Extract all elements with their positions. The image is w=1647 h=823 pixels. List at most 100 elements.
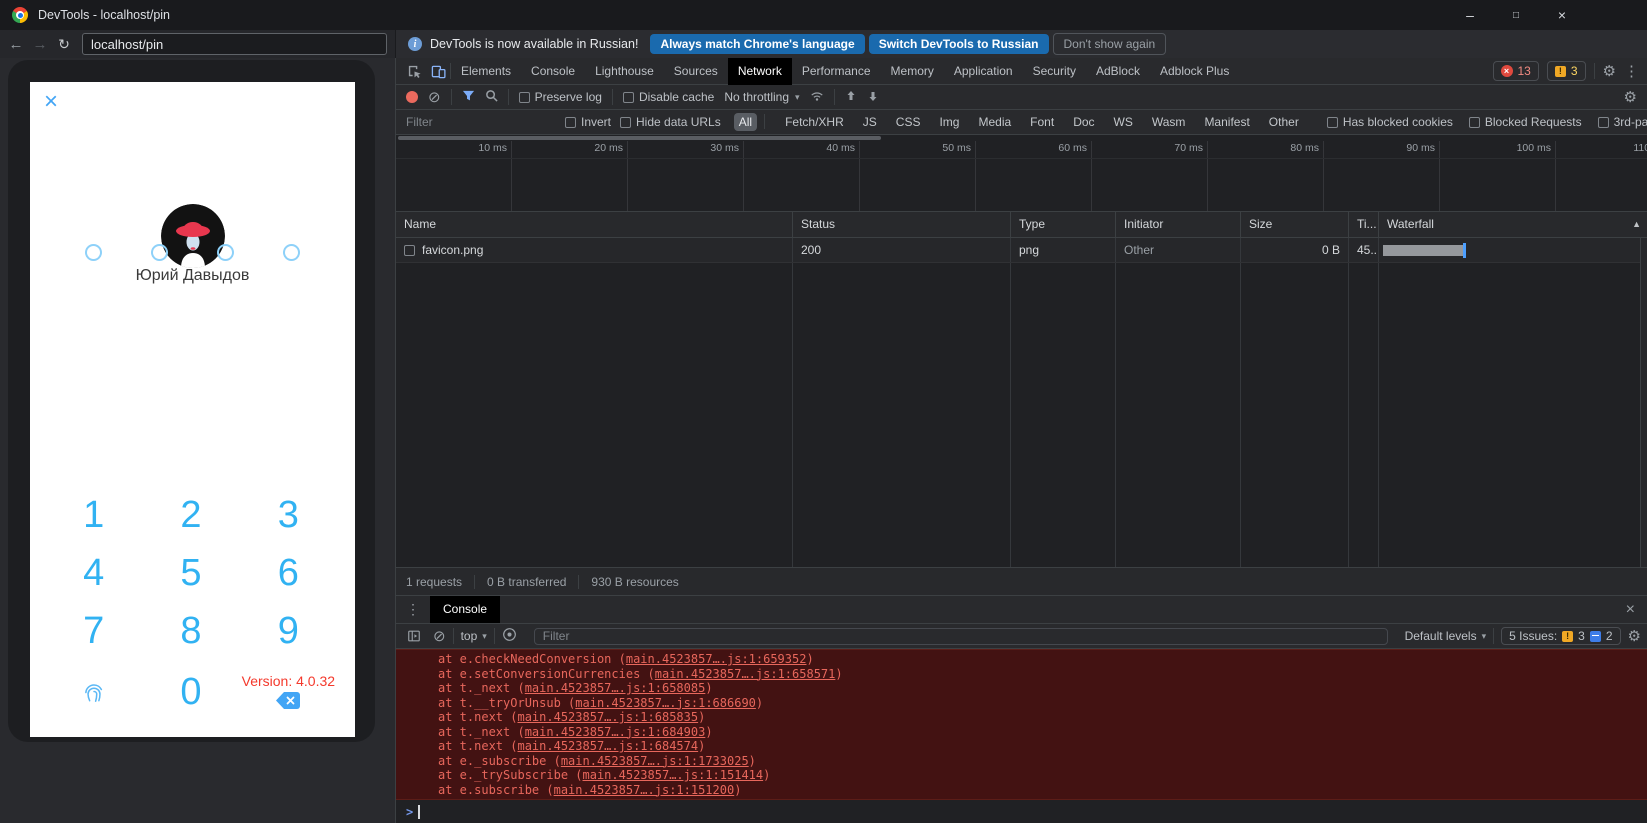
devtools-tab[interactable]: Memory — [881, 58, 944, 85]
devtools-tab[interactable]: Console — [521, 58, 585, 85]
source-link[interactable]: main.4523857….js:1:658571 — [655, 667, 836, 681]
settings-gear-icon[interactable]: ⚙ — [1603, 64, 1616, 79]
console-filter-input[interactable] — [543, 629, 1379, 643]
search-icon[interactable] — [485, 89, 498, 105]
resource-type-filter[interactable]: Font — [1025, 113, 1059, 131]
resource-type-filter[interactable]: CSS — [891, 113, 926, 131]
infobar-button[interactable]: Always match Chrome's language — [650, 34, 864, 54]
column-header-status[interactable]: Status — [793, 212, 1011, 237]
column-header-name[interactable]: Name — [396, 212, 793, 237]
devtools-tab[interactable]: Network — [728, 58, 792, 85]
infobar-button[interactable]: Don't show again — [1053, 33, 1167, 55]
device-toolbar-icon[interactable] — [426, 58, 450, 84]
keypad-zero[interactable]: 0 — [180, 671, 201, 714]
console-clear-icon[interactable]: ⊘ — [433, 629, 446, 644]
close-button[interactable]: × — [1547, 0, 1577, 30]
devtools-tab[interactable]: Sources — [664, 58, 728, 85]
backspace-button[interactable] — [276, 692, 300, 712]
console-prompt[interactable]: > — [396, 805, 1647, 819]
infobar-button[interactable]: Switch DevTools to Russian — [869, 34, 1049, 54]
filter-checkbox[interactable]: 3rd-party requests — [1598, 115, 1647, 129]
devtools-tab[interactable]: Performance — [792, 58, 881, 85]
log-levels-dropdown[interactable]: Default levels ▾ — [1405, 629, 1487, 643]
keypad-digit[interactable]: 3 — [240, 486, 337, 544]
keypad-digit[interactable]: 7 — [45, 602, 142, 660]
fingerprint-button[interactable] — [45, 660, 142, 724]
column-header-type[interactable]: Type — [1011, 212, 1116, 237]
preserve-log-checkbox[interactable]: Preserve log — [519, 90, 602, 104]
resource-type-filter[interactable]: Doc — [1068, 113, 1099, 131]
resource-type-filter[interactable]: Manifest — [1199, 113, 1254, 131]
back-button[interactable]: ← — [4, 36, 28, 53]
source-link[interactable]: main.4523857….js:1:658085 — [525, 681, 706, 695]
row-checkbox[interactable] — [404, 245, 415, 256]
devtools-tab[interactable]: Elements — [451, 58, 521, 85]
errors-badge[interactable]: × 13 — [1493, 61, 1539, 81]
keypad-digit[interactable]: 6 — [240, 544, 337, 602]
filter-funnel-icon[interactable] — [462, 89, 475, 105]
hide-data-urls-checkbox[interactable]: Hide data URLs — [620, 115, 721, 129]
source-link[interactable]: main.4523857….js:1:151414 — [583, 768, 764, 782]
filter-checkbox[interactable]: Blocked Requests — [1469, 115, 1582, 129]
source-link[interactable]: main.4523857….js:1:151200 — [554, 783, 735, 797]
column-header-initiator[interactable]: Initiator — [1116, 212, 1241, 237]
url-input[interactable] — [83, 37, 386, 52]
network-overview-timeline[interactable]: 10 ms20 ms30 ms40 ms50 ms60 ms70 ms80 ms… — [396, 135, 1647, 212]
resource-type-filter[interactable]: WS — [1109, 113, 1138, 131]
devtools-tab[interactable]: Adblock Plus — [1150, 58, 1239, 85]
resource-type-filter[interactable]: Fetch/XHR — [780, 113, 849, 131]
network-conditions-icon[interactable] — [810, 89, 824, 106]
record-button[interactable] — [406, 91, 418, 103]
keypad-digit[interactable]: 1 — [45, 486, 142, 544]
drawer-more-icon[interactable]: ⋮ — [396, 601, 430, 618]
request-row[interactable]: favicon.png 200 png Other 0 B 45... — [396, 238, 1647, 263]
column-header-time[interactable]: Ti... — [1349, 212, 1379, 237]
keypad-digit[interactable]: 8 — [142, 602, 239, 660]
keypad-digit[interactable]: 4 — [45, 544, 142, 602]
devtools-tab[interactable]: Security — [1023, 58, 1086, 85]
network-settings-gear-icon[interactable]: ⚙ — [1624, 90, 1637, 105]
resource-type-filter[interactable]: Other — [1264, 113, 1304, 131]
network-filter-input[interactable] — [406, 115, 556, 129]
source-link[interactable]: main.4523857….js:1:684574 — [517, 739, 698, 753]
console-sidebar-icon[interactable] — [402, 623, 426, 649]
app-close-icon[interactable]: × — [44, 90, 58, 114]
devtools-tab[interactable]: Lighthouse — [585, 58, 664, 85]
minimize-button[interactable]: – — [1455, 0, 1485, 30]
source-link[interactable]: main.4523857….js:1:684903 — [525, 725, 706, 739]
resource-type-filter[interactable]: Img — [934, 113, 964, 131]
keypad-digit[interactable]: 5 — [142, 544, 239, 602]
overview-range-bar[interactable] — [398, 136, 881, 140]
context-selector[interactable]: top ▾ — [461, 629, 487, 643]
more-menu-icon[interactable]: ⋮ — [1624, 62, 1639, 80]
source-link[interactable]: main.4523857….js:1:685835 — [517, 710, 698, 724]
disable-cache-checkbox[interactable]: Disable cache — [623, 90, 714, 104]
resource-type-filter[interactable]: Media — [973, 113, 1016, 131]
invert-checkbox[interactable]: Invert — [565, 115, 611, 129]
source-link[interactable]: main.4523857….js:1:686690 — [575, 696, 756, 710]
tab-console[interactable]: Console — [430, 596, 500, 623]
console-settings-gear-icon[interactable]: ⚙ — [1628, 629, 1641, 644]
keypad-digit[interactable]: 2 — [142, 486, 239, 544]
issues-counter[interactable]: 5 Issues: ! 3 2 — [1501, 627, 1620, 645]
keypad-digit[interactable]: 9 — [240, 602, 337, 660]
address-bar[interactable] — [82, 33, 387, 55]
column-header-size[interactable]: Size — [1241, 212, 1349, 237]
console-filter-box[interactable] — [534, 628, 1388, 645]
issues-badge[interactable]: ! 3 — [1547, 61, 1586, 81]
filter-checkbox[interactable]: Has blocked cookies — [1327, 115, 1453, 129]
eye-icon[interactable] — [502, 627, 517, 645]
import-har-icon[interactable] — [845, 90, 857, 105]
resource-type-filter[interactable]: JS — [858, 113, 882, 131]
reload-button[interactable]: ↻ — [52, 36, 76, 53]
devtools-tab[interactable]: Application — [944, 58, 1023, 85]
source-link[interactable]: main.4523857….js:1:1733025 — [561, 754, 749, 768]
column-header-waterfall[interactable]: Waterfall ▲ — [1379, 212, 1647, 237]
maximize-button[interactable]: □ — [1501, 0, 1531, 30]
inspect-icon[interactable] — [402, 58, 426, 84]
devtools-tab[interactable]: AdBlock — [1086, 58, 1150, 85]
drawer-close-icon[interactable]: × — [1626, 601, 1647, 619]
source-link[interactable]: main.4523857….js:1:659352 — [626, 652, 807, 666]
resource-type-filter[interactable]: All — [734, 113, 757, 131]
throttling-dropdown[interactable]: No throttling ▾ — [724, 90, 799, 104]
